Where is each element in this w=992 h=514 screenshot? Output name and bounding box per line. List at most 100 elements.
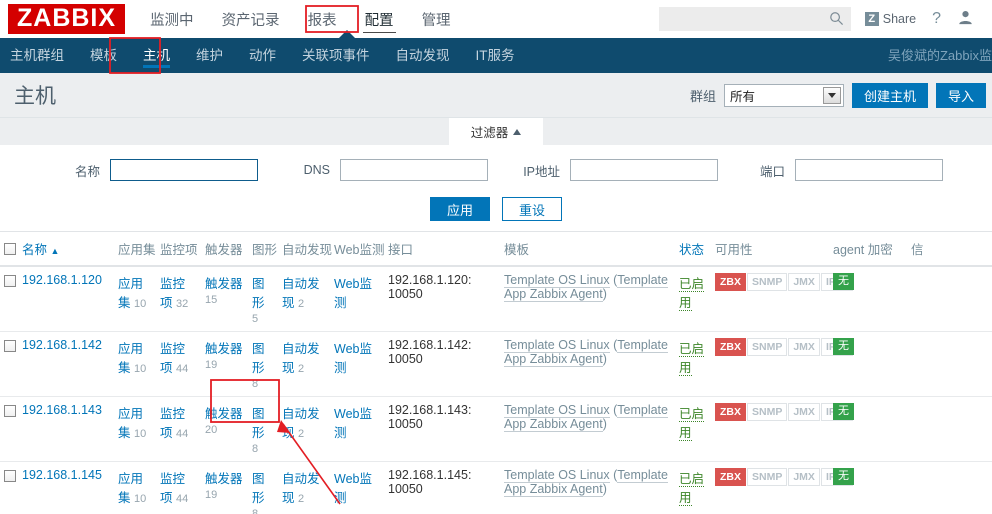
table-row: 192.168.1.142 应用集 10 监控项 44 触发器 19 图形 8 …	[0, 331, 992, 397]
subnav-item-actions[interactable]: 动作	[236, 38, 289, 73]
search-box[interactable]	[658, 7, 851, 31]
web-cell: Web监测	[330, 331, 384, 397]
nav-item-administration-label: 管理	[421, 12, 451, 29]
filter-fields-row: 名称 DNS IP地址 端口	[0, 159, 992, 181]
nav-item-reports[interactable]: 报表	[305, 7, 340, 32]
share-button[interactable]: Z Share	[864, 12, 916, 26]
status-badge[interactable]: 已启用	[679, 472, 705, 506]
status-badge[interactable]: 已启用	[679, 407, 705, 441]
chevron-down-icon[interactable]	[822, 86, 841, 104]
column-header-discovery: 自动发现	[278, 232, 332, 267]
template-main-link[interactable]: Template OS Linux	[504, 338, 610, 353]
subnav-item-host-groups[interactable]: 主机群组	[0, 38, 77, 73]
zabbix-logo[interactable]: ZABBIX	[8, 4, 126, 34]
select-all-header	[0, 232, 18, 267]
column-header-status[interactable]: 状态	[675, 232, 711, 267]
search-icon	[829, 11, 844, 29]
status-badge[interactable]: 已启用	[679, 342, 705, 376]
templates-cell: Template OS Linux (Template App Zabbix A…	[500, 461, 675, 514]
host-name-link[interactable]: 192.168.1.145	[22, 468, 102, 482]
subnav-item-discovery[interactable]: 自动发现	[383, 38, 463, 73]
host-name-cell: 192.168.1.143	[18, 396, 114, 462]
subnav-item-templates-label: 模板	[90, 48, 117, 63]
nav-item-configuration[interactable]: 配置	[362, 7, 397, 33]
help-icon[interactable]: ?	[930, 10, 943, 28]
web-link[interactable]: Web监测	[334, 472, 372, 505]
host-name-link[interactable]: 192.168.1.142	[22, 338, 102, 352]
title-bar-controls: 群组 所有 创建主机 导入	[690, 82, 992, 108]
nav-item-administration[interactable]: 管理	[419, 7, 454, 32]
filter-apply-button[interactable]: 应用	[429, 197, 490, 221]
web-link[interactable]: Web监测	[334, 342, 372, 375]
availability-snmp-badge[interactable]: SNMP	[747, 273, 788, 291]
filter-name-input[interactable]	[110, 159, 258, 181]
row-select-cell	[0, 331, 18, 397]
template-main-link[interactable]: Template OS Linux	[504, 273, 610, 288]
template-main-link[interactable]: Template OS Linux	[504, 468, 610, 483]
graphs-link[interactable]: 图形	[252, 277, 265, 310]
user-profile-icon[interactable]	[957, 9, 978, 29]
search-input[interactable]	[658, 8, 819, 30]
import-button[interactable]: 导入	[935, 82, 986, 108]
nav-item-inventory[interactable]: 资产记录	[219, 7, 283, 32]
host-name-link[interactable]: 192.168.1.120	[22, 273, 102, 287]
triggers-count: 15	[205, 294, 218, 306]
applications-cell: 应用集 10	[114, 396, 156, 462]
availability-zbx-badge[interactable]: ZBX	[715, 338, 746, 356]
row-checkbox[interactable]	[4, 469, 16, 482]
status-cell: 已启用	[675, 331, 711, 397]
filter-reset-button[interactable]: 重设	[502, 197, 563, 221]
filter-port-input[interactable]	[795, 159, 943, 181]
filter-ip-input[interactable]	[570, 159, 718, 181]
availability-snmp-badge[interactable]: SNMP	[747, 403, 788, 421]
graphs-link[interactable]: 图形	[252, 407, 265, 440]
triggers-link[interactable]: 触发器	[205, 472, 243, 486]
status-cell: 已启用	[675, 396, 711, 462]
availability-zbx-badge[interactable]: ZBX	[715, 468, 746, 486]
row-select-cell	[0, 266, 18, 332]
subnav-item-maintenance[interactable]: 维护	[183, 38, 236, 73]
items-count: 44	[176, 363, 189, 375]
triggers-link[interactable]: 触发器	[205, 407, 243, 421]
group-select[interactable]: 所有	[723, 83, 844, 107]
applications-count: 10	[134, 428, 147, 440]
nav-item-inventory-label: 资产记录	[221, 12, 280, 29]
availability-jmx-badge[interactable]: JMX	[788, 273, 820, 291]
row-checkbox[interactable]	[4, 339, 16, 352]
subnav-item-hosts[interactable]: 主机	[130, 38, 183, 73]
availability-jmx-badge[interactable]: JMX	[788, 338, 820, 356]
row-checkbox[interactable]	[4, 404, 16, 417]
availability-snmp-badge[interactable]: SNMP	[747, 338, 788, 356]
create-host-button[interactable]: 创建主机	[851, 82, 928, 108]
triggers-link[interactable]: 触发器	[205, 277, 243, 291]
subnav-item-templates[interactable]: 模板	[77, 38, 130, 73]
chevron-up-icon	[513, 128, 522, 135]
triggers-link[interactable]: 触发器	[205, 342, 243, 356]
subnav-item-it-services[interactable]: IT服务	[463, 38, 528, 73]
availability-zbx-badge[interactable]: ZBX	[715, 273, 746, 291]
template-main-link[interactable]: Template OS Linux	[504, 403, 610, 418]
filter-tab-label: 过滤器	[470, 126, 509, 140]
encryption-badge: 无	[833, 468, 854, 485]
applications-count: 10	[134, 363, 147, 375]
row-checkbox[interactable]	[4, 274, 16, 287]
select-all-checkbox[interactable]	[4, 243, 16, 256]
web-link[interactable]: Web监测	[334, 277, 372, 310]
status-badge[interactable]: 已启用	[679, 277, 705, 311]
graphs-link[interactable]: 图形	[252, 472, 265, 505]
nav-item-monitoring[interactable]: 监测中	[147, 7, 197, 32]
column-header-name[interactable]: 名称 ▲	[18, 232, 114, 267]
availability-zbx-badge[interactable]: ZBX	[715, 403, 746, 421]
availability-jmx-badge[interactable]: JMX	[788, 468, 820, 486]
subnav-item-event-correlation[interactable]: 关联项事件	[289, 38, 383, 73]
filter-dns-input[interactable]	[340, 159, 488, 181]
filter-tab[interactable]: 过滤器	[449, 118, 543, 145]
items-cell: 监控项 44	[156, 461, 201, 514]
graphs-link[interactable]: 图形	[252, 342, 265, 375]
host-name-link[interactable]: 192.168.1.143	[22, 403, 102, 417]
availability-jmx-badge[interactable]: JMX	[788, 403, 820, 421]
web-link[interactable]: Web监测	[334, 407, 372, 440]
page-title: 主机	[14, 85, 56, 108]
availability-snmp-badge[interactable]: SNMP	[747, 468, 788, 486]
availability-cell: ZBXSNMPJMXIPMI	[711, 461, 853, 514]
